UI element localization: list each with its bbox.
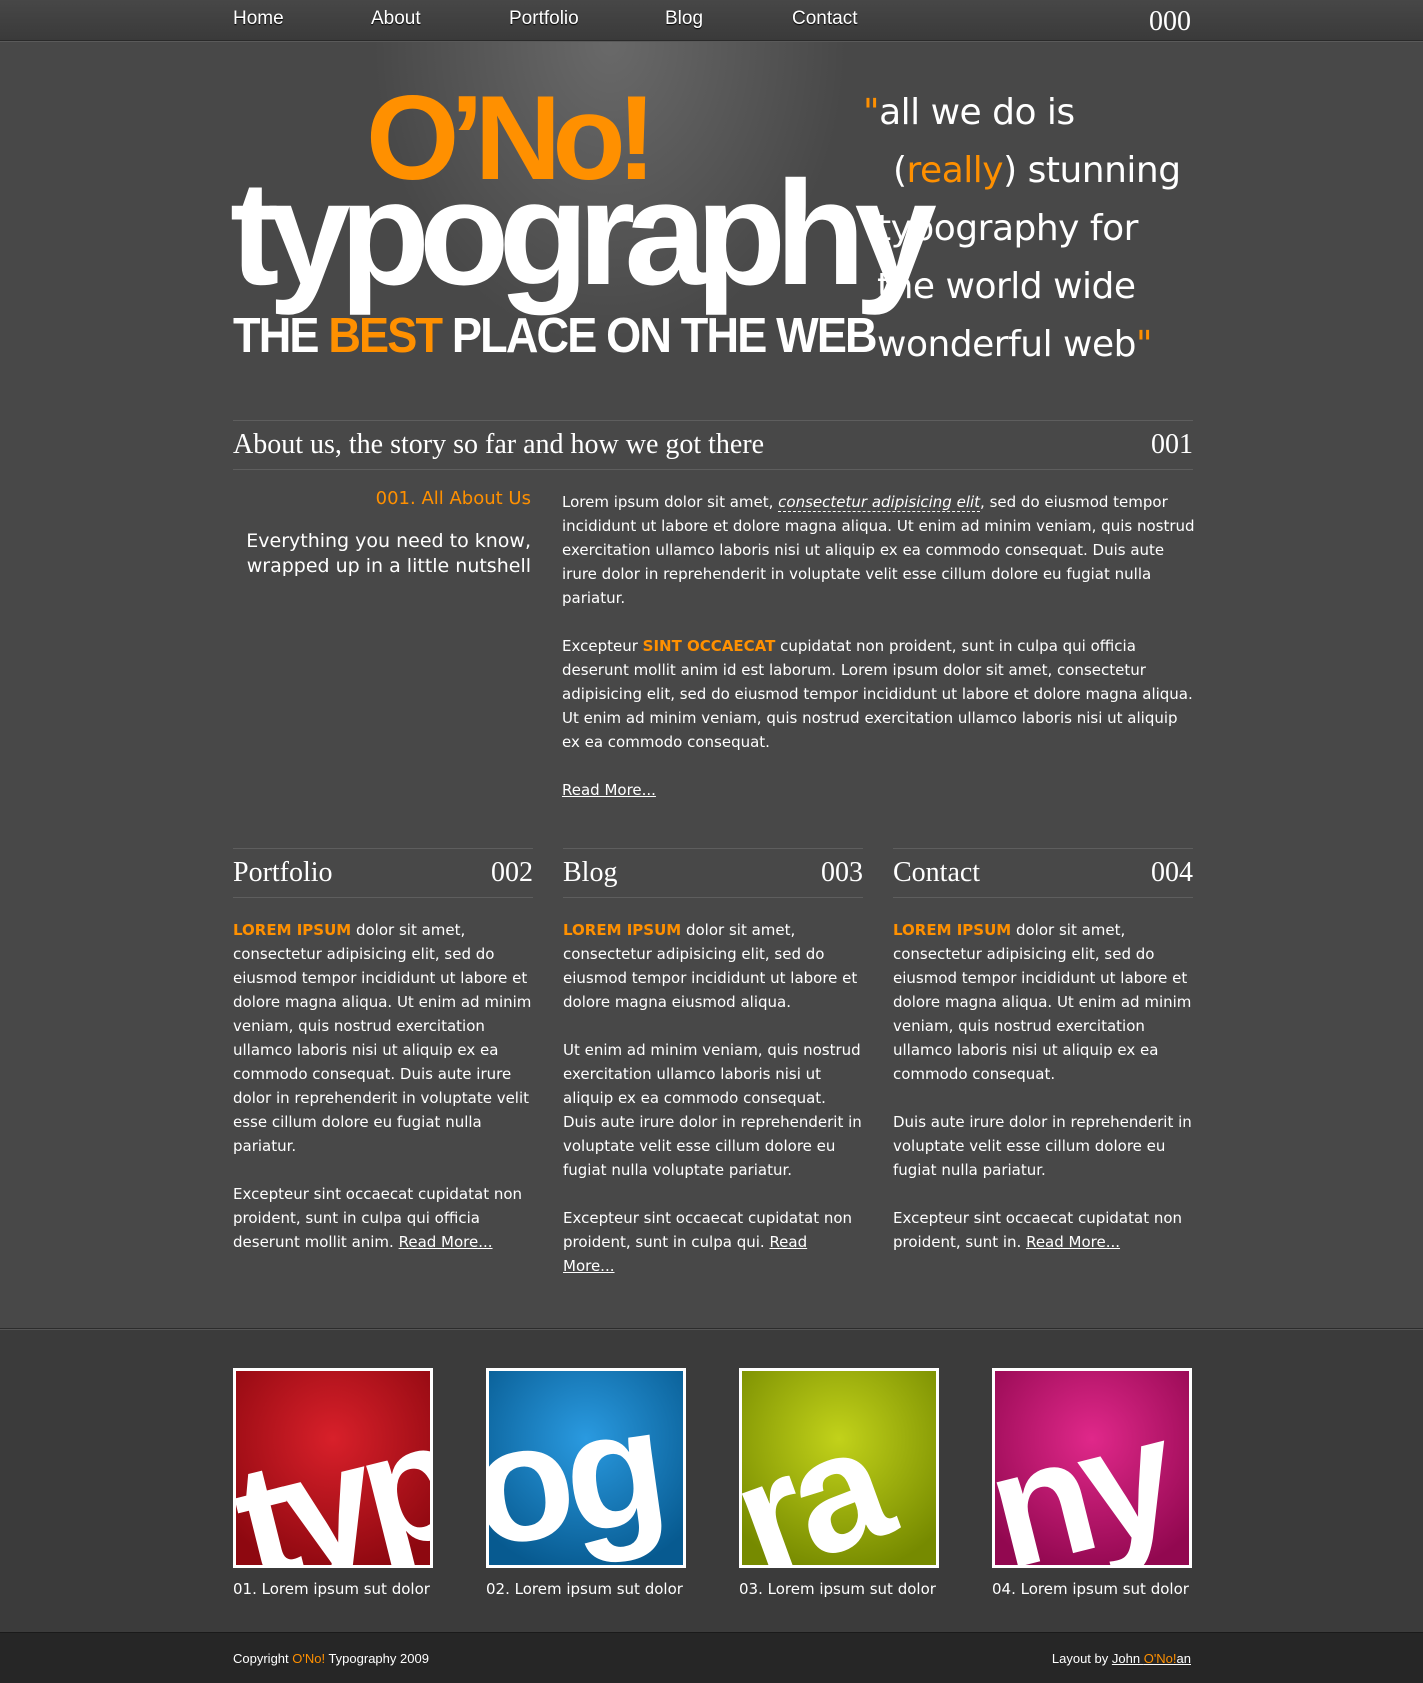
contact-header: Contact 004 bbox=[893, 848, 1193, 898]
about-p2-caps: SINT OCCAECAT bbox=[642, 637, 776, 655]
contact-title: Contact bbox=[893, 857, 981, 888]
gallery-band bbox=[0, 1328, 1423, 1632]
about-p2-before: Excepteur bbox=[562, 637, 643, 655]
portfolio-paragraph-1: LOREM IPSUM dolor sit amet, consectetur … bbox=[233, 918, 533, 1158]
footer-author-first: John bbox=[1111, 1651, 1144, 1666]
about-paragraph-2: Excepteur SINT OCCAECAT cupidatat non pr… bbox=[562, 634, 1197, 754]
hero-tag-before: THE bbox=[233, 309, 329, 363]
quote-close-mark: " bbox=[1135, 324, 1153, 365]
portfolio-header: Portfolio 002 bbox=[233, 848, 533, 898]
footer: Copyright O'No! Typography 2009 Layout b… bbox=[0, 1632, 1423, 1683]
footer-copy-before: Copyright bbox=[233, 1651, 293, 1666]
hero-tagline: THE BEST PLACE ON THE WEB bbox=[233, 309, 878, 363]
hero-word: typography bbox=[230, 151, 937, 316]
blog-column: Blog 003 LOREM IPSUM dolor sit amet, con… bbox=[563, 848, 863, 1302]
portfolio-p1: dolor sit amet, consectetur adipisicing … bbox=[233, 921, 532, 1155]
about-title: About us, the story so far and how we go… bbox=[233, 429, 765, 460]
blog-paragraph-3: Excepteur sint occaecat cupidatat non pr… bbox=[563, 1206, 863, 1278]
about-p1-before: Lorem ipsum dolor sit amet, bbox=[562, 493, 779, 511]
nav-blog[interactable]: Blog bbox=[665, 8, 703, 30]
nav-home[interactable]: Home bbox=[233, 8, 284, 30]
about-read-more-link[interactable]: Read More... bbox=[562, 781, 656, 799]
about-body: Lorem ipsum dolor sit amet, consectetur … bbox=[562, 490, 1197, 826]
portfolio-paragraph-2: Excepteur sint occaecat cupidatat non pr… bbox=[233, 1182, 533, 1254]
quote-line-5: wonderful web" bbox=[877, 316, 1197, 374]
contact-paragraph-3: Excepteur sint occaecat cupidatat non pr… bbox=[893, 1206, 1193, 1254]
hero-tag-after: PLACE ON THE WEB bbox=[441, 309, 878, 363]
nav-about[interactable]: About bbox=[371, 8, 421, 30]
top-navigation: Home About Portfolio Blog Contact 000 bbox=[0, 0, 1423, 41]
blog-header: Blog 003 bbox=[563, 848, 863, 898]
portfolio-text: LOREM IPSUM dolor sit amet, consectetur … bbox=[233, 918, 533, 1254]
about-header: About us, the story so far and how we go… bbox=[233, 420, 1193, 470]
gallery-caption-2: 02. Lorem ipsum sut dolor bbox=[486, 1580, 683, 1598]
hero-tag-highlight: BEST bbox=[328, 309, 443, 363]
gallery-thumb-1-art: typ bbox=[236, 1371, 430, 1565]
blog-number: 003 bbox=[821, 857, 863, 888]
about-lead: Everything you need to know, wrapped up … bbox=[246, 530, 531, 577]
blog-paragraph-1: LOREM IPSUM dolor sit amet, consectetur … bbox=[563, 918, 863, 1014]
contact-number: 004 bbox=[1151, 857, 1193, 888]
footer-copy-brand: O'No! bbox=[292, 1651, 326, 1666]
contact-column: Contact 004 LOREM IPSUM dolor sit amet, … bbox=[893, 848, 1193, 1278]
quote-text-2: ) stunning bbox=[1003, 150, 1181, 191]
quote-line-4: the world wide bbox=[877, 266, 1136, 307]
quote-text-5: wonderful web bbox=[877, 324, 1136, 365]
gallery-thumb-2-letters: og bbox=[489, 1373, 670, 1565]
gallery-thumb-4[interactable]: ny bbox=[992, 1368, 1192, 1568]
contact-paragraph-1: LOREM IPSUM dolor sit amet, consectetur … bbox=[893, 918, 1193, 1086]
contact-caps: LOREM IPSUM bbox=[893, 921, 1012, 939]
gallery-thumb-4-art: ny bbox=[995, 1371, 1189, 1565]
quote-line-1: "all we do is bbox=[863, 84, 1197, 142]
contact-text: LOREM IPSUM dolor sit amet, consectetur … bbox=[893, 918, 1193, 1254]
gallery-caption-4: 04. Lorem ipsum sut dolor bbox=[992, 1580, 1189, 1598]
footer-layout-by: Layout by bbox=[1051, 1651, 1112, 1666]
portfolio-title: Portfolio bbox=[233, 857, 333, 888]
nav-section-number: 000 bbox=[1149, 6, 1191, 37]
quote-line-3: typography for bbox=[877, 208, 1138, 249]
footer-author-link[interactable]: John O'No!an bbox=[1112, 1651, 1191, 1666]
portfolio-column: Portfolio 002 LOREM IPSUM dolor sit amet… bbox=[233, 848, 533, 1278]
contact-p1: dolor sit amet, consectetur adipisicing … bbox=[893, 921, 1192, 1083]
blog-caps: LOREM IPSUM bbox=[563, 921, 682, 939]
gallery-caption-1: 01. Lorem ipsum sut dolor bbox=[233, 1580, 430, 1598]
blog-title: Blog bbox=[563, 857, 618, 888]
quote-open-mark: " bbox=[863, 92, 880, 133]
quote-paren-open: ( bbox=[893, 150, 907, 191]
quote-line-2: (really) stunning bbox=[893, 142, 1197, 200]
footer-copy-after: Typography 2009 bbox=[325, 1651, 429, 1666]
gallery-thumb-2-art: og bbox=[489, 1371, 683, 1565]
footer-author-last: an bbox=[1176, 1651, 1191, 1666]
about-number: 001 bbox=[1151, 429, 1193, 460]
portfolio-number: 002 bbox=[491, 857, 533, 888]
hero-quote: "all we do is (really) stunning typograp… bbox=[863, 84, 1197, 374]
about-paragraph-1: Lorem ipsum dolor sit amet, consectetur … bbox=[562, 490, 1197, 610]
quote-text-1: all we do is bbox=[879, 92, 1075, 133]
gallery-caption-3: 03. Lorem ipsum sut dolor bbox=[739, 1580, 936, 1598]
about-read-more-row: Read More... bbox=[562, 778, 1197, 802]
blog-p3: Excepteur sint occaecat cupidatat non pr… bbox=[563, 1209, 853, 1251]
gallery-thumb-2[interactable]: og bbox=[486, 1368, 686, 1568]
quote-highlight: really bbox=[906, 150, 1004, 191]
gallery-thumb-3-art: ra bbox=[742, 1371, 936, 1565]
footer-author-mid: O'No! bbox=[1143, 1651, 1177, 1666]
contact-paragraph-2: Duis aute irure dolor in reprehenderit i… bbox=[893, 1113, 1192, 1179]
about-intro: 001. All About Us Everything you need to… bbox=[233, 488, 531, 579]
footer-copyright: Copyright O'No! Typography 2009 bbox=[233, 1651, 429, 1666]
about-kicker: 001. All About Us bbox=[375, 488, 531, 509]
portfolio-read-more-link[interactable]: Read More... bbox=[399, 1233, 493, 1251]
nav-contact[interactable]: Contact bbox=[792, 8, 857, 30]
blog-text: LOREM IPSUM dolor sit amet, consectetur … bbox=[563, 918, 863, 1278]
portfolio-caps: LOREM IPSUM bbox=[233, 921, 352, 939]
gallery-thumb-3[interactable]: ra bbox=[739, 1368, 939, 1568]
about-p1-emphasis: consectetur adipisicing elit bbox=[778, 493, 981, 512]
footer-credit: Layout by John O'No!an bbox=[1052, 1651, 1191, 1666]
blog-paragraph-2: Ut enim ad minim veniam, quis nostrud ex… bbox=[563, 1041, 862, 1179]
contact-read-more-link[interactable]: Read More... bbox=[1026, 1233, 1120, 1251]
gallery-thumb-1[interactable]: typ bbox=[233, 1368, 433, 1568]
nav-portfolio[interactable]: Portfolio bbox=[509, 8, 579, 30]
